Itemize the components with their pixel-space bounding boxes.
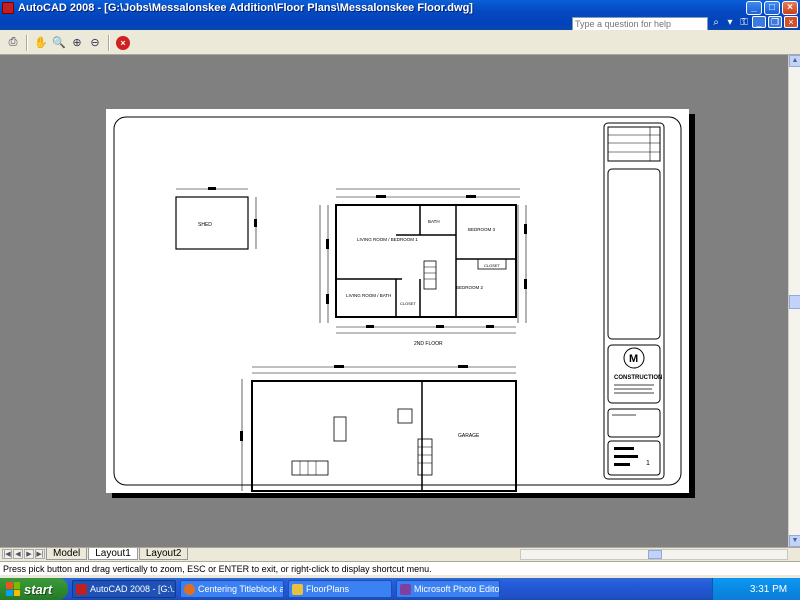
photo-editor-icon	[400, 583, 411, 595]
room-label: LIVING ROOM / BATH	[346, 293, 391, 298]
prev-tab-icon[interactable]: ◀	[13, 549, 23, 559]
drawing-border	[113, 116, 682, 486]
pan-realtime-icon[interactable]: ✋	[34, 36, 48, 50]
search-icon[interactable]: ⌕	[710, 17, 722, 29]
horizontal-scroll-thumb[interactable]	[648, 550, 662, 559]
maximize-button[interactable]: □	[764, 1, 780, 15]
scroll-down-button[interactable]: ▼	[789, 535, 800, 547]
tab-layout2[interactable]: Layout2	[138, 548, 189, 560]
system-tray: 3:31 PM	[712, 578, 800, 600]
close-button[interactable]: ×	[782, 1, 798, 15]
task-label: Centering Titleblock a...	[198, 584, 284, 594]
firefox-icon	[184, 583, 195, 595]
plan-upper-label: 2ND FLOOR	[414, 341, 443, 347]
svg-text:1: 1	[646, 460, 650, 467]
doc-minimize-button[interactable]: _	[752, 16, 766, 28]
room-label: CLOSET	[400, 301, 417, 306]
tab-navigation: |◀ ◀ ▶ ▶|	[2, 549, 45, 559]
room-label: CLOSET	[484, 263, 501, 268]
scroll-up-button[interactable]: ▲	[789, 55, 800, 67]
windows-logo-icon	[6, 582, 20, 596]
title-block: M CONSTRUCTION 1	[603, 122, 665, 480]
task-label: AutoCAD 2008 - [G:\...	[90, 584, 176, 594]
layout-paper: M CONSTRUCTION 1 SHED LIVING ROOM / BEDR…	[106, 109, 689, 500]
upper-floor-plan: LIVING ROOM / BEDROOM 1 BATH BEDROOM 3 C…	[319, 188, 527, 347]
minimize-button[interactable]: _	[746, 1, 762, 15]
drawing-area[interactable]: M CONSTRUCTION 1 SHED LIVING ROOM / BEDR…	[0, 55, 788, 547]
start-button[interactable]: start	[0, 578, 68, 600]
room-label: LIVING ROOM / BEDROOM 1	[357, 237, 418, 242]
start-label: start	[24, 581, 53, 597]
close-icon[interactable]: ×	[116, 35, 130, 50]
tab-model[interactable]: Model	[46, 548, 88, 560]
shed-plan: SHED	[175, 187, 257, 250]
toolbar: ⎙ ✋ 🔍 ⊕ ⊖ ×	[0, 31, 800, 55]
next-tab-icon[interactable]: ▶	[24, 549, 34, 559]
toolbar-separator	[108, 34, 110, 51]
first-tab-icon[interactable]: |◀	[2, 549, 12, 559]
autocad-icon	[2, 2, 14, 14]
zoom-realtime-icon[interactable]: 🔍	[52, 36, 66, 50]
autocad-icon	[76, 583, 87, 595]
zoom-previous-icon[interactable]: ⊖	[88, 36, 102, 50]
help-search-box[interactable]	[572, 17, 708, 30]
command-line[interactable]: Press pick button and drag vertically to…	[0, 561, 800, 575]
lower-floor-plan: GARAGE	[240, 365, 517, 500]
taskbar-item-photo-editor[interactable]: Microsoft Photo Edito...	[396, 580, 500, 598]
vertical-scroll-thumb[interactable]	[789, 295, 800, 309]
help-search-input[interactable]	[573, 18, 707, 30]
zoom-window-icon[interactable]: ⊕	[70, 36, 84, 50]
taskbar-item-floorplans[interactable]: FloorPlans	[288, 580, 392, 598]
toolbar-separator	[26, 34, 28, 51]
task-label: Microsoft Photo Edito...	[414, 584, 500, 594]
key-icon[interactable]: ⚿	[738, 17, 750, 29]
room-label: BEDROOM 3	[468, 227, 496, 232]
layout-tabs-bar: |◀ ◀ ▶ ▶| Model Layout1 Layout2	[0, 547, 800, 560]
task-label: FloorPlans	[306, 584, 350, 594]
title-bar: AutoCAD 2008 - [G:\Jobs\Messalonskee Add…	[0, 0, 800, 30]
logo-mark: M	[629, 353, 638, 365]
vertical-scrollbar[interactable]: ▲ ▼	[788, 55, 800, 547]
chevron-down-icon[interactable]: ▾	[724, 17, 736, 29]
horizontal-scrollbar[interactable]	[520, 549, 788, 560]
shed-label: SHED	[198, 222, 212, 228]
taskbar-item-firefox[interactable]: Centering Titleblock a...	[180, 580, 284, 598]
taskbar: start AutoCAD 2008 - [G:\... Centering T…	[0, 578, 800, 600]
last-tab-icon[interactable]: ▶|	[35, 549, 45, 559]
room-label: BATH	[428, 219, 440, 224]
doc-restore-button[interactable]: ❐	[768, 16, 782, 28]
tab-layout1[interactable]: Layout1	[88, 548, 138, 560]
plot-icon[interactable]: ⎙	[6, 36, 20, 50]
window-controls: _ □ ×	[746, 1, 798, 15]
room-label: BEDROOM 2	[456, 285, 484, 290]
drawing-canvas: M CONSTRUCTION 1 SHED LIVING ROOM / BEDR…	[113, 116, 682, 500]
window-title: AutoCAD 2008 - [G:\Jobs\Messalonskee Add…	[18, 2, 473, 14]
folder-icon	[292, 583, 303, 595]
room-label: GARAGE	[458, 433, 480, 439]
titleblock-company: CONSTRUCTION	[614, 375, 662, 381]
clock[interactable]: 3:31 PM	[750, 584, 787, 595]
doc-close-button[interactable]: ×	[784, 16, 798, 28]
taskbar-item-autocad[interactable]: AutoCAD 2008 - [G:\...	[72, 580, 176, 598]
document-controls: _ ❐ ×	[752, 16, 798, 28]
